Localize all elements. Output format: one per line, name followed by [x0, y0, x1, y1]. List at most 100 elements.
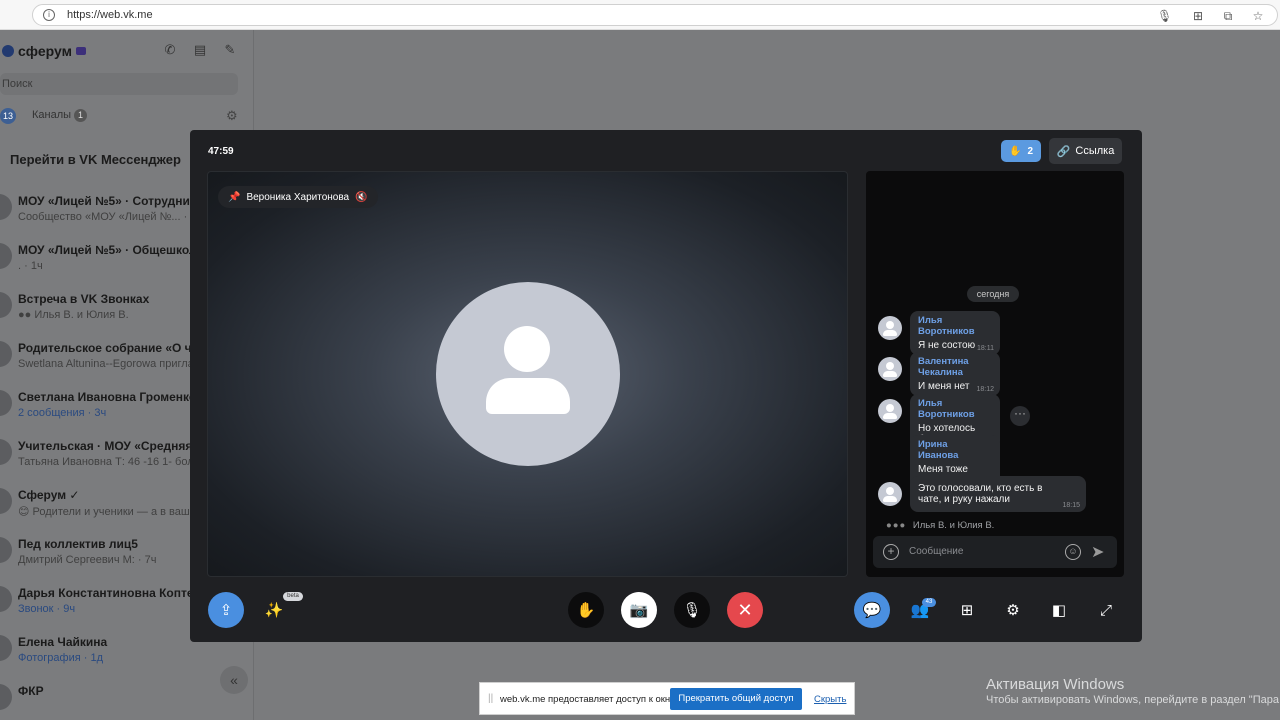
copy-link-label: Ссылка: [1075, 145, 1115, 157]
message-text: И меня нет: [918, 381, 970, 392]
avatar: [0, 243, 12, 269]
typing-users: Илья В. и Юлия В.: [912, 520, 995, 531]
pip-icon: ◧: [1051, 602, 1067, 619]
raised-hands-count: 2: [1027, 145, 1033, 157]
share-message: web.vk.me предоставляет доступ к окну.: [500, 694, 677, 705]
favorite-star-icon[interactable]: ☆: [1251, 9, 1265, 23]
phone-icon[interactable]: ✆: [162, 42, 178, 58]
message-more-icon[interactable]: ···: [1010, 406, 1030, 426]
message-time: 18:12: [976, 386, 994, 393]
hand-icon: ✋: [576, 602, 596, 619]
send-icon[interactable]: ➤: [1091, 542, 1104, 562]
message-bubble: Валентина Чекалина И меня нет 18:12: [910, 352, 1000, 396]
message-time: 18:11: [977, 345, 994, 352]
screen-share-button[interactable]: ⇪: [208, 592, 244, 628]
microphone-toggle-button[interactable]: 🎙: [674, 592, 710, 628]
message-input[interactable]: + Сообщение ☺ ➤: [873, 536, 1117, 568]
unread-badge[interactable]: 13: [0, 108, 16, 124]
chat-preview: 2 сообщения · 3ч: [18, 407, 107, 419]
gear-icon[interactable]: ⚙: [226, 108, 238, 124]
chat-name: Родительское собрание «О чем п: [18, 341, 218, 355]
avatar: [0, 537, 12, 563]
layout-grid-button[interactable]: ⊞: [949, 592, 985, 628]
message-text: Я не состою: [918, 340, 976, 351]
chat-name: ФКР: [18, 684, 44, 698]
fullscreen-button[interactable]: ⤢: [1088, 592, 1124, 628]
camera-toggle-button[interactable]: 📷: [621, 592, 657, 628]
chat-preview: 😊 Родители и ученики — а в вашей: [18, 506, 202, 518]
address-bar[interactable]: i https://web.vk.me 🎙 ⊞ ⧉ ☆: [32, 4, 1278, 26]
avatar: [878, 399, 902, 423]
folder-tabs: 13 Каналы 1 ⚙: [0, 106, 253, 126]
avatar: [0, 292, 12, 318]
hand-icon: ✋: [1008, 145, 1022, 157]
avatar: [0, 439, 12, 465]
avatar: [0, 635, 12, 661]
chat-name: Встреча в VK Звонках: [18, 292, 150, 306]
compose-icon[interactable]: ✎: [222, 42, 238, 58]
tab-channels[interactable]: Каналы: [32, 109, 71, 121]
beta-badge: beta: [283, 592, 303, 601]
chat-preview: Татьяна Ивановна Т: 46 -16 1- боле: [18, 456, 200, 468]
screen-share-icon[interactable]: ⧉: [1221, 9, 1235, 23]
chat-name: Светлана Ивановна Громенкова: [18, 390, 211, 404]
attach-plus-icon[interactable]: +: [883, 544, 899, 560]
participants-button[interactable]: 👥 43: [902, 592, 938, 628]
message-author: Ирина Иванова: [918, 439, 959, 461]
raise-hand-button[interactable]: ✋: [568, 592, 604, 628]
microphone-icon: 🎙: [682, 602, 702, 619]
collapse-sidebar-button[interactable]: «: [220, 666, 248, 694]
avatar: [436, 282, 620, 466]
chat-name: Дарья Константиновна Коптева: [18, 586, 208, 600]
info-icon[interactable]: i: [43, 9, 55, 21]
speaker-name: Вероника Харитонова: [246, 191, 350, 203]
message-text: Это голосовали, кто есть в чате, и руку …: [918, 483, 1043, 505]
message-author: Валентина Чекалина: [918, 356, 969, 378]
brand-name: сферум: [18, 43, 72, 59]
link-icon: 🔗: [1056, 145, 1071, 158]
call-settings-button[interactable]: ⚙: [995, 592, 1031, 628]
goto-vk-messenger[interactable]: Перейти в VK Мессенджер: [10, 152, 181, 167]
sferum-logo-icon: [2, 45, 14, 57]
stop-sharing-button[interactable]: Прекратить общий доступ: [670, 688, 802, 710]
end-call-button[interactable]: ✕: [727, 592, 763, 628]
chat-list-item[interactable]: ФКР: [0, 676, 253, 720]
picture-in-picture-button[interactable]: ◧: [1041, 592, 1077, 628]
extensions-icon[interactable]: ⊞: [1191, 9, 1205, 23]
pin-icon[interactable]: 📌: [228, 192, 240, 203]
search-placeholder: Поиск: [2, 78, 33, 90]
close-icon: ✕: [737, 599, 753, 620]
chat-preview: Звонок · 9ч: [18, 603, 76, 615]
chat-toggle-button[interactable]: 💬: [854, 592, 890, 628]
message-bubble: Илья Воротников Я не состою 18:11: [910, 311, 1000, 355]
chat-name: МОУ «Лицей №5» · Сотрудники: [18, 194, 204, 208]
call-window: 47:59 ✋ 2 🔗 Ссылка 📌 Вероника Харитонова…: [190, 130, 1142, 642]
mic-muted-icon: 🔇: [355, 191, 368, 203]
drag-handle-icon[interactable]: ||: [488, 693, 493, 704]
avatar: [0, 341, 12, 367]
brand[interactable]: сферум: [2, 42, 86, 60]
raised-hands-button[interactable]: ✋ 2: [1001, 140, 1041, 162]
url-text: https://web.vk.me: [67, 9, 153, 21]
avatar: [0, 194, 12, 220]
screen-share-banner: || web.vk.me предоставляет доступ к окну…: [479, 682, 855, 715]
avatar-head-shape: [504, 326, 550, 372]
channels-badge: 1: [74, 109, 87, 122]
hide-banner-link[interactable]: Скрыть: [814, 694, 846, 705]
microphone-icon[interactable]: 🎙: [1157, 9, 1172, 23]
archive-icon[interactable]: ▤: [192, 42, 208, 58]
camera-off-icon: 📷: [629, 602, 649, 619]
copy-link-button[interactable]: 🔗 Ссылка: [1049, 138, 1122, 164]
chat-preview: . · 1ч: [18, 260, 43, 272]
avatar: [878, 357, 902, 381]
message-placeholder: Сообщение: [909, 546, 964, 557]
windows-activation-subtitle: Чтобы активировать Windows, перейдите в …: [986, 694, 1279, 706]
search-input[interactable]: Поиск: [0, 73, 238, 95]
avatar: [878, 316, 902, 340]
chat-name: Елена Чайкина: [18, 635, 108, 649]
emoji-icon[interactable]: ☺: [1065, 544, 1081, 560]
avatar: [0, 684, 12, 710]
chat-preview: Фотография · 1д: [18, 652, 103, 664]
date-separator: сегодня: [967, 286, 1019, 302]
speaker-tag: 📌 Вероника Харитонова 🔇: [218, 186, 378, 208]
